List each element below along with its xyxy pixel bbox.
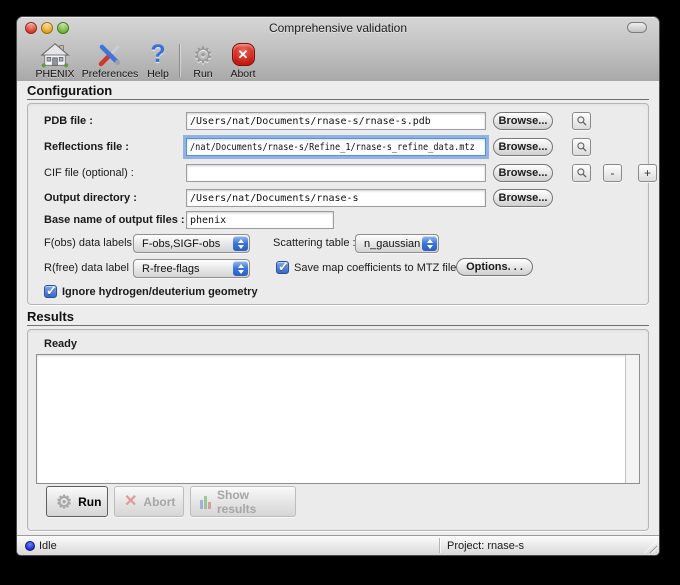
toolbar-preferences-label: Preferences [82,68,139,80]
fobs-data-labels-label: F(obs) data labels : [44,237,138,250]
results-status-text: Ready [44,338,77,351]
ignore-hydrogen-label: Ignore hydrogen/deuterium geometry [62,286,258,299]
save-map-checkbox[interactable] [276,261,289,274]
toolbar-run-label: Run [193,68,212,80]
results-section-title: Results [27,309,74,324]
scrollbar[interactable] [625,355,639,483]
app-window: Comprehensive validation [16,16,660,556]
rfree-data-label-label: R(free) data label : [44,262,135,275]
rfree-data-label-dropdown[interactable]: R-free-flags [133,259,250,278]
toolbar-run-button[interactable]: ⚙ Run [185,40,221,80]
gear-icon: ⚙ [56,493,72,511]
reflections-browse-button[interactable]: Browse... [493,138,553,156]
run-button[interactable]: ⚙ Run [46,486,108,517]
reflections-file-label: Reflections file : [44,141,129,154]
toolbar-phenix-button[interactable]: PHENIX [31,40,79,80]
show-results-button[interactable]: Show results [190,486,296,517]
pdb-file-input[interactable]: /Users/nat/Documents/rnase-s/rnase-s.pdb [186,112,486,130]
toolbar-toggle-button[interactable] [627,22,647,33]
pdb-search-button[interactable] [572,112,591,130]
toolbar-help-label: Help [147,68,169,80]
cif-search-button[interactable] [572,164,591,182]
content-area: Configuration PDB file : /Users/nat/Docu… [17,81,659,535]
configuration-section-title: Configuration [27,83,112,98]
pdb-browse-button[interactable]: Browse... [493,112,553,130]
toolbar-help-button[interactable]: ? Help [141,40,175,80]
status-state-text: Idle [39,539,57,553]
gear-icon: ⚙ [193,41,214,68]
results-panel: Ready ⚙ Run ✕ Abort Show results [27,329,649,531]
toolbar-phenix-label: PHENIX [35,68,74,80]
abort-x-icon: ✕ [124,494,137,510]
status-indicator-dot [25,541,35,551]
magnifier-icon [576,115,588,127]
toolbar-abort-label: Abort [230,68,255,80]
base-name-input[interactable]: phenix [186,211,334,229]
ignore-hydrogen-checkbox[interactable] [44,285,57,298]
results-divider [27,325,649,326]
window-title: Comprehensive validation [17,21,659,35]
bar-chart-icon [200,495,211,509]
output-directory-input[interactable]: /Users/nat/Documents/rnase-s [186,189,486,207]
output-browse-button[interactable]: Browse... [493,189,553,207]
fobs-data-labels-dropdown[interactable]: F-obs,SIGF-obs [133,234,250,253]
toolbar: PHENIX Preferences ? Hel [17,39,659,81]
window-chrome: Comprehensive validation [17,17,659,82]
abort-button[interactable]: ✕ Abort [114,486,184,517]
magnifier-icon [576,167,588,179]
popup-stepper-icon [422,236,437,251]
reflections-search-button[interactable] [572,138,591,156]
status-bar-divider [439,538,440,553]
scattering-table-dropdown[interactable]: n_gaussian [355,234,439,253]
desktop-background: Comprehensive validation [0,0,680,585]
cif-browse-button[interactable]: Browse... [493,164,553,182]
cif-remove-button[interactable]: - [603,164,622,182]
reflections-file-input[interactable]: /nat/Documents/rnase-s/Refine_1/rnase-s_… [186,138,486,156]
resize-grip[interactable] [644,540,657,553]
house-icon [40,41,70,68]
toolbar-abort-button[interactable]: ✕ Abort [223,40,263,80]
cif-file-input[interactable] [186,164,486,182]
scattering-table-label: Scattering table : [273,237,356,250]
magnifier-icon [576,141,588,153]
toolbar-preferences-button[interactable]: Preferences [79,40,141,80]
popup-stepper-icon [233,236,248,251]
pdb-file-label: PDB file : [44,115,93,128]
base-name-label: Base name of output files : [44,214,185,227]
cif-file-label: CIF file (optional) : [44,167,134,180]
title-bar[interactable]: Comprehensive validation [17,17,659,39]
configuration-panel: PDB file : /Users/nat/Documents/rnase-s/… [27,103,649,305]
popup-stepper-icon [233,261,248,276]
cif-add-button[interactable]: + [638,164,657,182]
options-button[interactable]: Options. . . [456,258,533,276]
status-bar: Idle Project: rnase-s [17,535,659,555]
output-directory-label: Output directory : [44,192,137,205]
status-project-text: Project: rnase-s [447,539,524,553]
abort-stop-icon: ✕ [232,41,255,68]
tools-icon [96,41,124,68]
results-log-area[interactable] [36,354,640,484]
save-map-label: Save map coefficients to MTZ file [294,262,456,275]
toolbar-separator [179,44,180,77]
configuration-divider [27,99,649,100]
question-mark-icon: ? [150,41,165,68]
